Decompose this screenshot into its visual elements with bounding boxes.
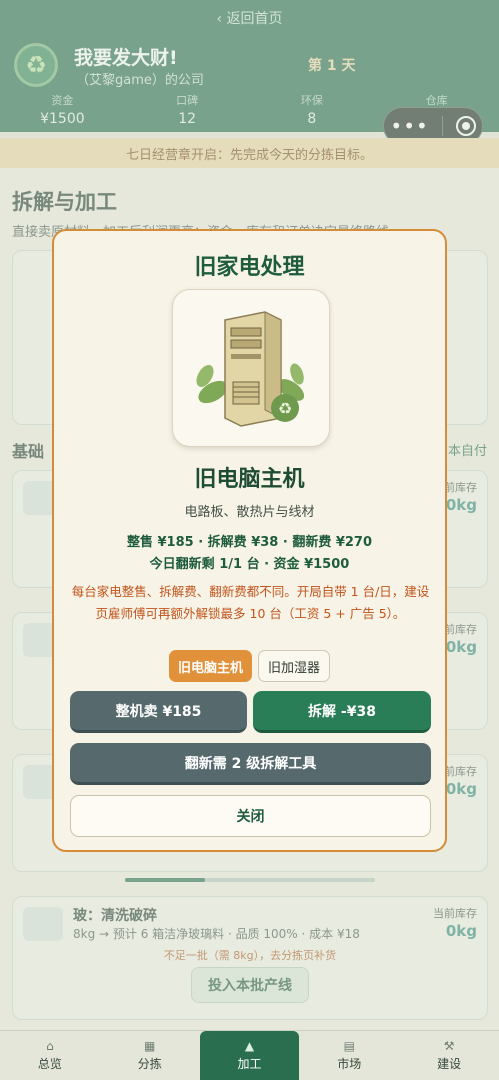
- tab-sorting[interactable]: ▦ 分拣: [100, 1031, 200, 1080]
- shop-icon: ▤: [343, 1039, 355, 1053]
- tab-processing[interactable]: ▲ 加工: [199, 1031, 300, 1080]
- tab-label: 总览: [37, 1057, 62, 1071]
- sell-whole-button[interactable]: 整机卖 ¥185: [70, 691, 247, 733]
- tab-label: 加工: [237, 1057, 262, 1071]
- today-status: 今日翻新剩 1/1 台 · 资金 ¥1500: [149, 557, 350, 572]
- appliance-dialog: 旧家电处理 ♻ 旧电脑主机 电路板、散热片与线材 整售 ¥185 · 拆解费 ¥…: [52, 229, 447, 852]
- chip-old-humidifier[interactable]: 旧加湿器: [258, 650, 331, 682]
- old-computer-image: ♻: [172, 289, 330, 447]
- dialog-title: 旧家电处理: [194, 255, 305, 280]
- tab-build[interactable]: ⚒ 建设: [399, 1031, 499, 1080]
- house-icon: ⌂: [46, 1039, 54, 1053]
- refurbish-button[interactable]: 翻新需 2 级拆解工具: [70, 743, 431, 785]
- computer-tower-icon: ♻: [196, 311, 305, 427]
- tab-label: 建设: [437, 1057, 462, 1071]
- tab-overview[interactable]: ⌂ 总览: [0, 1031, 100, 1080]
- bottom-tab-bar: ⌂ 总览 ▦ 分拣 ▲ 加工 ▤ 市场 ⚒ 建设: [0, 1030, 499, 1080]
- tab-label: 市场: [337, 1057, 362, 1071]
- dismantle-button[interactable]: 拆解 -¥38: [253, 691, 431, 733]
- chip-old-computer[interactable]: 旧电脑主机: [168, 650, 252, 682]
- tab-label: 分拣: [137, 1057, 162, 1071]
- sort-icon: ▦: [144, 1039, 156, 1053]
- close-button[interactable]: 关闭: [70, 795, 431, 837]
- item-name: 旧电脑主机: [194, 467, 305, 492]
- item-description: 电路板、散热片与线材: [184, 505, 315, 520]
- rules-note: 每台家电整售、拆解费、翻新费都不同。开局自带 1 台/日，建设页雇师傅可再额外解…: [71, 584, 430, 621]
- item-prices: 整售 ¥185 · 拆解费 ¥38 · 翻新费 ¥270: [126, 535, 373, 550]
- factory-icon: ▲: [244, 1039, 255, 1053]
- svg-text:♻: ♻: [278, 399, 292, 418]
- tab-market[interactable]: ▤ 市场: [299, 1031, 399, 1080]
- build-icon: ⚒: [443, 1039, 455, 1053]
- appliance-selector: 旧电脑主机 旧加湿器: [54, 650, 445, 682]
